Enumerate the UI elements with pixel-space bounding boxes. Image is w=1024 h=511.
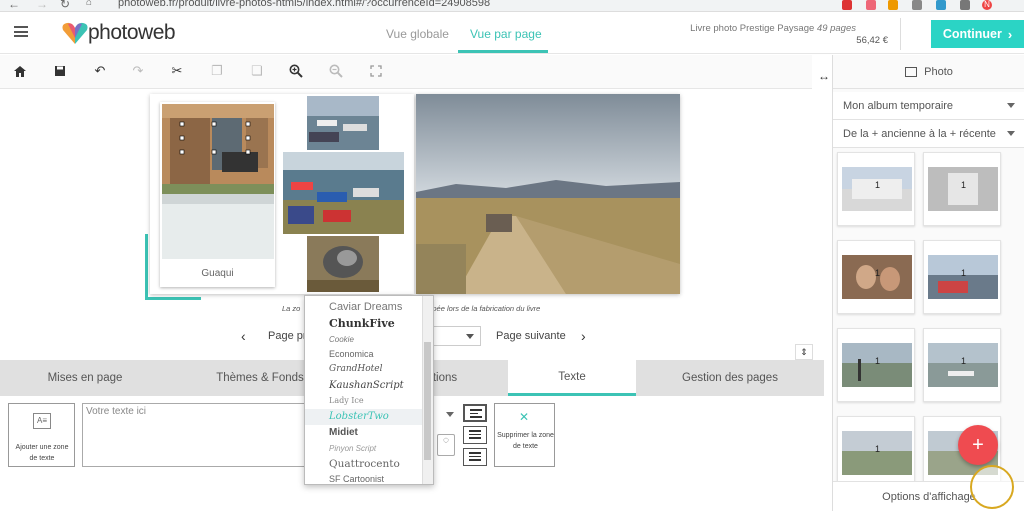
font-option-selected[interactable]: LobsterTwo	[329, 411, 389, 422]
image-icon	[905, 66, 918, 77]
copy-icon[interactable]: ❐	[208, 62, 226, 80]
logo-text: photoweb	[88, 21, 176, 44]
save-icon[interactable]	[51, 62, 69, 80]
align-right-button[interactable]	[463, 448, 487, 466]
forward-icon[interactable]: →	[36, 0, 48, 11]
address-bar[interactable]: photoweb.fr/produit/livre-photos-html5/i…	[118, 0, 490, 9]
extension-icon[interactable]	[842, 0, 852, 10]
photo-thumbnail[interactable]: 1	[837, 152, 915, 226]
reload-icon[interactable]: ↻	[60, 0, 70, 11]
font-option[interactable]: KaushanScript	[329, 380, 404, 391]
photo-thumbnail[interactable]: 1	[923, 152, 1001, 226]
prev-page-label[interactable]: Page pr	[268, 330, 307, 342]
tab-mises-en-page[interactable]: Mises en page	[0, 360, 170, 396]
product-name: Livre photo Prestige Paysage 49 pages	[690, 23, 856, 34]
font-dropdown[interactable]: Caviar Dreams ChunkFive Cookie Economica…	[304, 295, 434, 485]
zoom-out-icon	[327, 62, 345, 80]
extension-icon[interactable]	[912, 0, 922, 10]
chevron-right-icon[interactable]: ›	[581, 328, 586, 344]
puzzle-icon[interactable]	[960, 0, 970, 10]
undo-icon[interactable]: ↶	[91, 62, 109, 80]
photo-thumbnail[interactable]: 1	[837, 328, 915, 402]
sort-select[interactable]: De la + ancienne à la + récente	[833, 120, 1024, 148]
photo-thumbnail[interactable]: 1	[923, 328, 1001, 402]
right-page[interactable]	[416, 94, 680, 294]
page-decoration	[145, 234, 148, 300]
font-option[interactable]: Economica	[329, 349, 374, 359]
extension-icon[interactable]	[866, 0, 876, 10]
photo-thumbnail[interactable]: 1	[837, 240, 915, 314]
album-select[interactable]: Mon album temporaire	[833, 92, 1024, 120]
home-browser-icon[interactable]: ⌂	[86, 0, 92, 8]
chevron-down-icon	[466, 334, 474, 339]
tab-gestion-des-pages[interactable]: Gestion des pages	[636, 360, 824, 396]
back-icon[interactable]: ←	[8, 0, 20, 11]
tab-texte[interactable]: Texte	[508, 360, 636, 396]
delete-text-zone-button[interactable]: ✕ Supprimer la zone de texte	[494, 403, 555, 467]
font-option[interactable]: GrandHotel	[329, 364, 383, 374]
font-option[interactable]: ChunkFive	[329, 317, 395, 330]
product-pages: 49 pages	[816, 23, 856, 34]
font-option[interactable]: Quattrocento	[329, 458, 400, 470]
chevron-down-icon[interactable]	[446, 412, 454, 417]
profile-avatar[interactable]: N	[982, 0, 992, 10]
app-header: photoweb Vue globale Vue par page Livre …	[0, 12, 1024, 54]
rotate-icon[interactable]: ◌	[437, 434, 455, 456]
fullscreen-icon[interactable]	[367, 62, 385, 80]
align-left-button[interactable]	[463, 404, 487, 422]
photoweb-logo-icon	[62, 22, 88, 44]
divider	[900, 18, 901, 50]
add-text-zone-button[interactable]: A≡ Ajouter une zone de texte	[8, 403, 75, 467]
tab-vue-par-page[interactable]: Vue par page	[470, 27, 542, 41]
photo-bird[interactable]	[307, 236, 379, 292]
page-decoration	[145, 297, 201, 300]
zoom-in-icon[interactable]	[287, 62, 305, 80]
chevron-down-icon	[1007, 103, 1015, 108]
photo-landscape-road[interactable]	[416, 94, 680, 294]
browser-bar: ← → ↻ ⌂ photoweb.fr/produit/livre-photos…	[0, 0, 1024, 12]
paste-icon[interactable]: ❏	[248, 62, 266, 80]
text-box-icon: A≡	[33, 413, 51, 429]
add-photo-button[interactable]: +	[958, 425, 998, 465]
photo-guaqui[interactable]	[162, 104, 274, 259]
editor-toolbar: ↶ ↷ ✂ ❐ ❏	[0, 55, 812, 89]
font-option[interactable]: SF Cartoonist	[329, 474, 384, 484]
photo-caption[interactable]: Guaqui	[160, 268, 275, 279]
font-option[interactable]: Cookie	[329, 335, 354, 344]
home-icon[interactable]	[11, 62, 29, 80]
redo-icon: ↷	[132, 63, 144, 78]
photo-tab[interactable]: Photo	[833, 55, 1024, 89]
font-option[interactable]: Pinyon Script	[329, 444, 376, 453]
text-input[interactable]: Votre texte ici	[82, 403, 312, 467]
photo-boats-2[interactable]	[283, 152, 404, 234]
photo-thumbnail[interactable]: 1	[923, 240, 1001, 314]
sort-updown-icon[interactable]: ⇕	[795, 344, 813, 360]
chevron-left-icon[interactable]: ‹	[241, 328, 246, 344]
expand-panel-icon[interactable]: ↔	[818, 69, 830, 83]
page-select[interactable]	[431, 326, 481, 346]
product-price: 56,42 €	[856, 35, 888, 46]
font-option[interactable]: Lady Ice	[329, 396, 364, 405]
photo-thumbnail[interactable]: 1	[837, 416, 915, 490]
font-option[interactable]: Caviar Dreams	[329, 301, 402, 313]
extension-icon[interactable]	[936, 0, 946, 10]
chevron-right-icon: ›	[1007, 26, 1013, 42]
continue-button[interactable]: Continuer ›	[931, 20, 1024, 48]
photo-boats-1[interactable]	[307, 96, 379, 150]
watermark-logo	[970, 465, 1014, 509]
chevron-down-icon	[1007, 131, 1015, 136]
tab-vue-globale[interactable]: Vue globale	[386, 27, 449, 41]
extension-icon[interactable]	[888, 0, 898, 10]
hamburger-menu-icon[interactable]	[14, 26, 28, 37]
font-option[interactable]: Midiet	[329, 427, 358, 438]
align-center-button[interactable]	[463, 426, 487, 444]
cut-icon[interactable]: ✂	[168, 62, 186, 80]
scrollbar-thumb[interactable]	[424, 342, 431, 460]
close-icon: ✕	[519, 410, 530, 424]
next-page-label[interactable]: Page suivante	[496, 330, 566, 342]
active-tab-indicator	[458, 50, 548, 53]
